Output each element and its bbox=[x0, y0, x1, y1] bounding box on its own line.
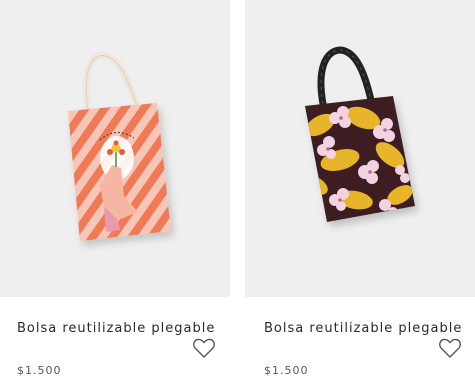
tote-bag-orange-image bbox=[68, 52, 171, 241]
product-title[interactable]: Bolsa reutilizable plegable bbox=[17, 321, 215, 336]
product-price: $1.500 bbox=[264, 364, 309, 377]
product-title[interactable]: Bolsa reutilizable plegable bbox=[264, 321, 462, 336]
tote-bag-floral-image bbox=[305, 46, 415, 222]
product-image[interactable] bbox=[245, 0, 475, 297]
product-price: $1.500 bbox=[17, 364, 62, 377]
product-card[interactable]: Bolsa reutilizable plegable $1.500 bbox=[0, 0, 230, 389]
heart-outline-icon[interactable] bbox=[192, 337, 216, 359]
product-card[interactable]: Bolsa reutilizable plegable $1.500 bbox=[245, 0, 475, 389]
product-image[interactable] bbox=[0, 0, 230, 297]
heart-outline-icon[interactable] bbox=[438, 337, 462, 359]
